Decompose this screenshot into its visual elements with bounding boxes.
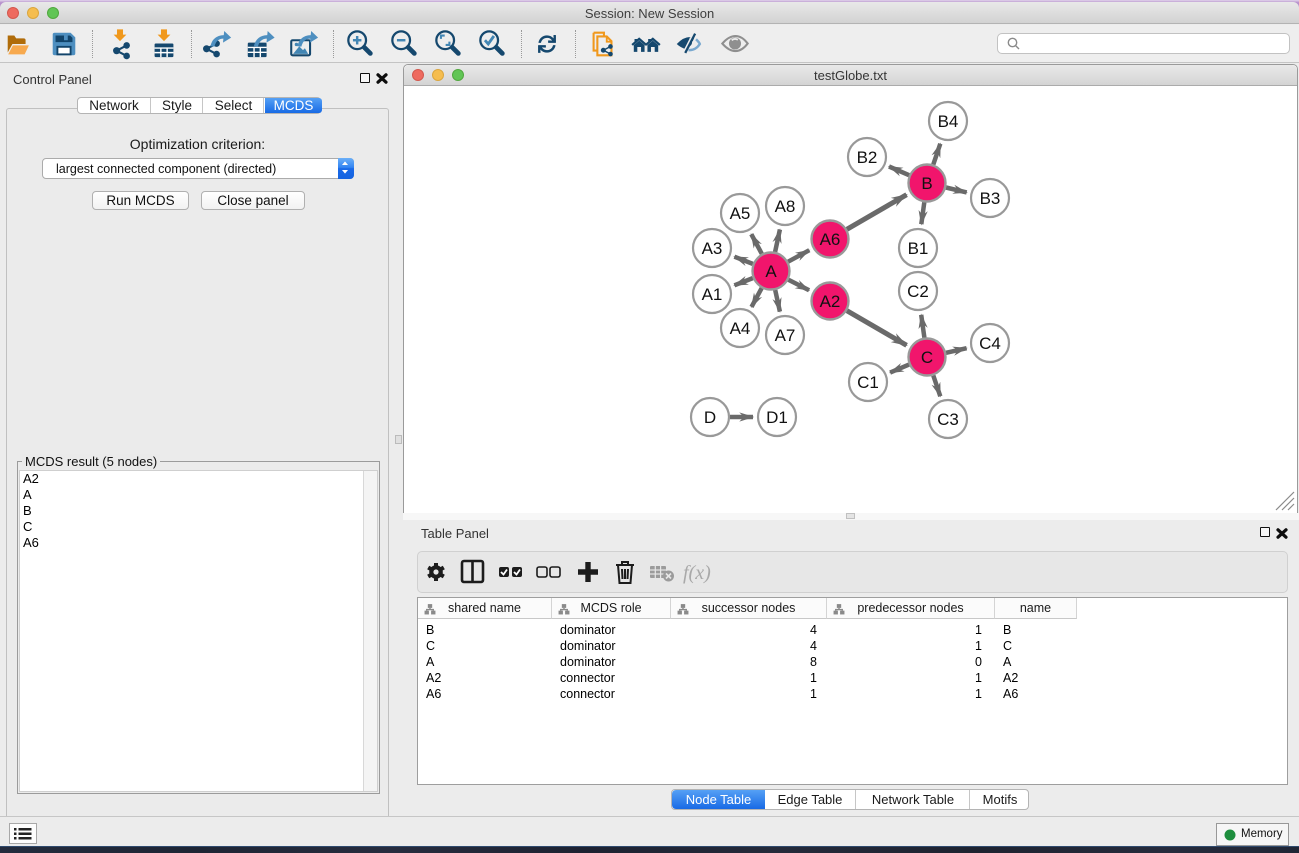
svg-text:f(x): f(x) [683, 562, 711, 584]
svg-text:A6: A6 [820, 230, 841, 249]
svg-text:C1: C1 [857, 373, 879, 392]
svg-text:A5: A5 [730, 204, 751, 223]
svg-text:A4: A4 [730, 319, 751, 338]
svg-text:B1: B1 [908, 239, 929, 258]
svg-text:C: C [921, 348, 933, 367]
svg-text:B: B [921, 174, 932, 193]
svg-text:D: D [704, 408, 716, 427]
svg-text:C3: C3 [937, 410, 959, 429]
svg-text:A1: A1 [702, 285, 723, 304]
svg-text:D1: D1 [766, 408, 788, 427]
svg-text:B2: B2 [857, 148, 878, 167]
svg-text:B4: B4 [938, 112, 959, 131]
svg-text:C4: C4 [979, 334, 1001, 353]
svg-text:A8: A8 [775, 197, 796, 216]
svg-text:A3: A3 [702, 239, 723, 258]
svg-text:C2: C2 [907, 282, 929, 301]
svg-text:B3: B3 [980, 189, 1001, 208]
svg-text:A: A [765, 262, 777, 281]
svg-text:A7: A7 [775, 326, 796, 345]
svg-text:A2: A2 [820, 292, 841, 311]
